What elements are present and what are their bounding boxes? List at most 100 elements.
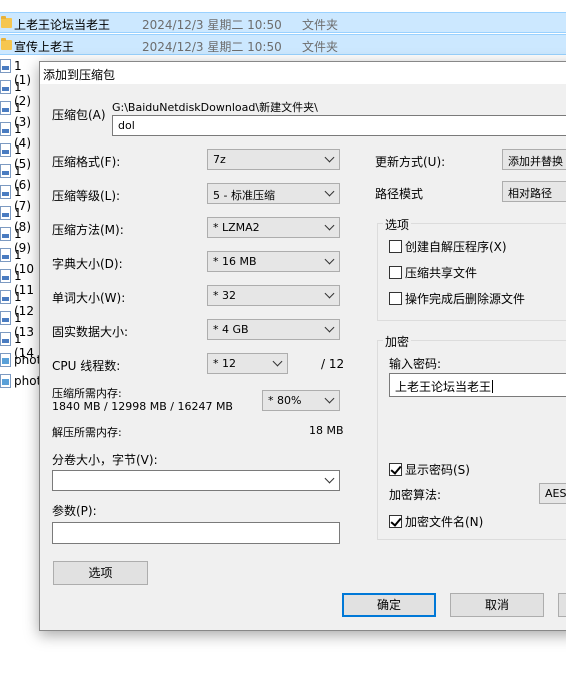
archive-name-value: dol bbox=[118, 119, 135, 132]
image-file-icon bbox=[0, 59, 11, 73]
level-select[interactable]: 5 - 标准压缩 bbox=[207, 183, 340, 204]
chevron-down-icon bbox=[324, 254, 335, 265]
image-file-icon bbox=[0, 101, 11, 115]
enc-method-label: 加密算法: bbox=[389, 488, 442, 502]
file-type: 文件夹 bbox=[302, 18, 339, 32]
mem-decompress-label: 解压所需内存: bbox=[52, 426, 122, 439]
show-password-label: 显示密码(S) bbox=[405, 463, 470, 477]
format-select[interactable]: 7z bbox=[207, 149, 340, 170]
file-item[interactable]: phot bbox=[0, 371, 42, 392]
checkbox-checked bbox=[389, 515, 402, 528]
chevron-down-icon bbox=[272, 356, 283, 367]
image-file-icon bbox=[0, 332, 11, 346]
dialog-titlebar[interactable]: 添加到压缩包 bbox=[40, 62, 566, 84]
file-item[interactable]: 1 (5) bbox=[0, 140, 42, 171]
file-date: 2024/12/3 星期二 10:50 bbox=[142, 40, 282, 54]
path-mode-value: 相对路径 bbox=[508, 187, 552, 200]
delete-source-checkbox[interactable]: 操作完成后删除源文件 bbox=[389, 290, 525, 307]
image-file-icon bbox=[0, 227, 11, 241]
file-item[interactable]: 1 (8) bbox=[0, 203, 42, 234]
delete-source-label: 操作完成后删除源文件 bbox=[405, 292, 526, 306]
file-item[interactable]: 1 (6) bbox=[0, 161, 42, 192]
encrypt-names-checkbox[interactable]: 加密文件名(N) bbox=[389, 513, 483, 530]
mem-compress-label: 压缩所需内存: bbox=[52, 387, 122, 400]
file-name: 宣传上老王 bbox=[14, 40, 75, 54]
image-file-icon bbox=[0, 206, 11, 220]
file-item-label: phot bbox=[14, 353, 42, 367]
chevron-down-icon bbox=[324, 393, 335, 404]
file-item[interactable]: 1 (9) bbox=[0, 224, 42, 255]
sfx-checkbox[interactable]: 创建自解压程序(X) bbox=[389, 238, 507, 255]
archive-label: 压缩包(A) bbox=[52, 108, 106, 122]
file-item[interactable]: 1 (13 bbox=[0, 308, 42, 339]
file-item[interactable]: 1 (2) bbox=[0, 77, 42, 108]
image-file-icon bbox=[0, 80, 11, 94]
mem-percent-select[interactable]: * 80% bbox=[262, 390, 340, 411]
method-value: * LZMA2 bbox=[213, 221, 260, 234]
file-type: 文件夹 bbox=[302, 40, 339, 54]
word-label: 单词大小(W): bbox=[52, 291, 126, 305]
cancel-button[interactable]: 取消 bbox=[450, 593, 544, 617]
volume-combo[interactable] bbox=[52, 470, 340, 491]
file-item[interactable]: 1 (10 bbox=[0, 245, 42, 276]
image-file-icon bbox=[0, 185, 11, 199]
show-password-checkbox[interactable]: 显示密码(S) bbox=[389, 461, 470, 478]
solid-label: 固实数据大小: bbox=[52, 325, 129, 339]
dict-select[interactable]: * 16 MB bbox=[207, 251, 340, 272]
word-select[interactable]: * 32 bbox=[207, 285, 340, 306]
mem-compress-value: 1840 MB / 12998 MB / 16247 MB bbox=[52, 400, 233, 413]
file-date: 2024/12/3 星期二 10:50 bbox=[142, 18, 282, 32]
checkbox-checked bbox=[389, 463, 402, 476]
enc-method-value: AES- bbox=[545, 487, 566, 500]
ok-button[interactable]: 确定 bbox=[342, 593, 436, 617]
file-item[interactable]: 1 (4) bbox=[0, 119, 42, 150]
path-mode-label: 路径模式 bbox=[375, 187, 424, 201]
file-item[interactable]: 1 (7) bbox=[0, 182, 42, 213]
file-row-folder-1[interactable]: 上老王论坛当老王 2024/12/3 星期二 10:50 文件夹 bbox=[0, 12, 566, 33]
enc-method-select[interactable]: AES- bbox=[539, 483, 566, 504]
password-value: 上老王论坛当老王 bbox=[395, 380, 492, 394]
level-value: 5 - 标准压缩 bbox=[213, 189, 275, 202]
file-row-folder-2[interactable]: 宣传上老王 2024/12/3 星期二 10:50 文件夹 bbox=[0, 34, 566, 55]
file-item[interactable]: 1 (11 bbox=[0, 266, 42, 297]
mem-decompress-value: 18 MB bbox=[309, 424, 344, 437]
solid-select[interactable]: * 4 GB bbox=[207, 319, 340, 340]
dict-value: * 16 MB bbox=[213, 255, 257, 268]
shared-files-checkbox[interactable]: 压缩共享文件 bbox=[389, 264, 477, 281]
update-select[interactable]: 添加并替换 bbox=[502, 149, 566, 170]
update-value: 添加并替换 bbox=[508, 155, 563, 168]
encrypt-names-label: 加密文件名(N) bbox=[405, 515, 484, 529]
threads-select[interactable]: * 12 bbox=[207, 353, 288, 374]
text-caret bbox=[492, 380, 494, 393]
word-value: * 32 bbox=[213, 289, 236, 302]
archive-name-combo[interactable]: dol bbox=[112, 115, 566, 136]
method-select[interactable]: * LZMA2 bbox=[207, 217, 340, 238]
file-item[interactable]: 1 (12 bbox=[0, 287, 42, 318]
threads-total: / 12 bbox=[321, 357, 345, 371]
password-input[interactable]: 上老王论坛当老王 bbox=[389, 373, 566, 397]
image-file-icon bbox=[0, 248, 11, 262]
path-mode-select[interactable]: 相对路径 bbox=[502, 181, 566, 202]
image-file-icon bbox=[0, 290, 11, 304]
add-to-archive-dialog: 添加到压缩包 压缩包(A) G:\BaiduNetdiskDownload\新建… bbox=[39, 61, 566, 631]
options-button[interactable]: 选项 bbox=[53, 561, 148, 585]
params-label: 参数(P): bbox=[52, 504, 97, 518]
image-file-icon bbox=[0, 164, 11, 178]
dict-label: 字典大小(D): bbox=[52, 257, 123, 271]
dialog-title: 添加到压缩包 bbox=[43, 68, 116, 82]
file-item[interactable]: phot bbox=[0, 350, 42, 371]
encryption-group-title: 加密 bbox=[383, 333, 412, 350]
solid-value: * 4 GB bbox=[213, 323, 249, 336]
help-button[interactable] bbox=[558, 593, 566, 617]
file-item[interactable]: 1 (1) bbox=[0, 56, 42, 87]
file-item[interactable]: 1 (14 bbox=[0, 329, 42, 360]
image-file-icon bbox=[0, 143, 11, 157]
folder-icon bbox=[1, 16, 12, 28]
file-name: 上老王论坛当老王 bbox=[14, 18, 111, 32]
threads-value: * 12 bbox=[213, 357, 236, 370]
image-file-icon bbox=[0, 122, 11, 136]
checkbox-box bbox=[389, 292, 402, 305]
chevron-down-icon bbox=[324, 152, 335, 163]
file-item[interactable]: 1 (3) bbox=[0, 98, 42, 129]
params-input[interactable] bbox=[52, 522, 340, 544]
